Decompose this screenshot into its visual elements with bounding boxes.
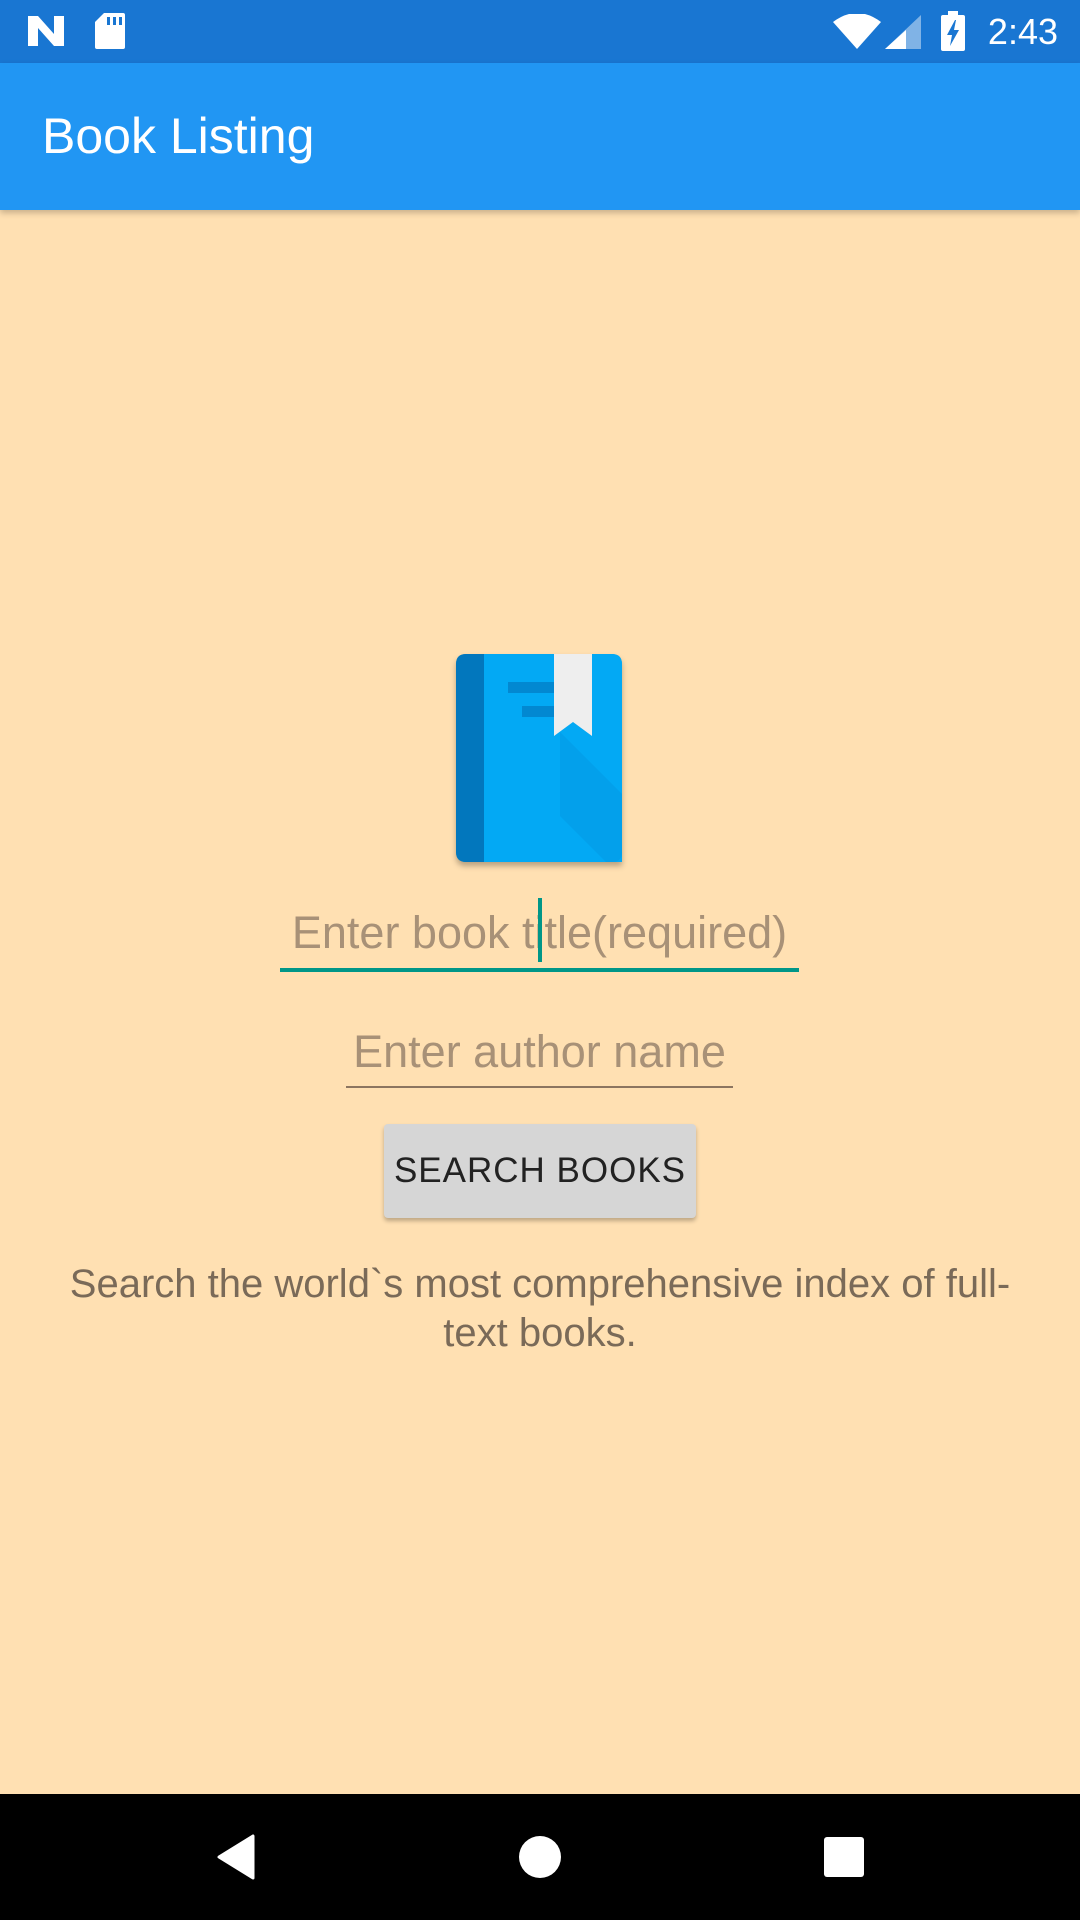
back-button[interactable] [156,1794,316,1920]
back-icon [217,1834,255,1880]
home-icon [519,1836,561,1878]
sd-card-icon [95,13,125,49]
recents-icon [824,1837,864,1877]
search-books-button[interactable]: SEARCH BOOKS [384,1124,696,1218]
app-bar: Book Listing [0,63,1080,210]
navigation-bar [0,1794,1080,1920]
description-text: Search the world`s most comprehensive in… [69,1262,1011,1355]
status-time: 2:43 [987,11,1058,52]
status-bar: 2:43 [0,0,1080,63]
author-name-input[interactable] [346,1018,733,1088]
home-button[interactable] [460,1794,620,1920]
recents-button[interactable] [764,1794,924,1920]
wifi-icon [833,14,881,49]
n-notification-icon [28,16,64,46]
app-title: Book Listing [42,108,315,164]
cell-signal-icon [885,15,921,49]
battery-charging-icon [941,11,965,51]
book-icon [456,654,622,862]
text-cursor [538,898,542,962]
